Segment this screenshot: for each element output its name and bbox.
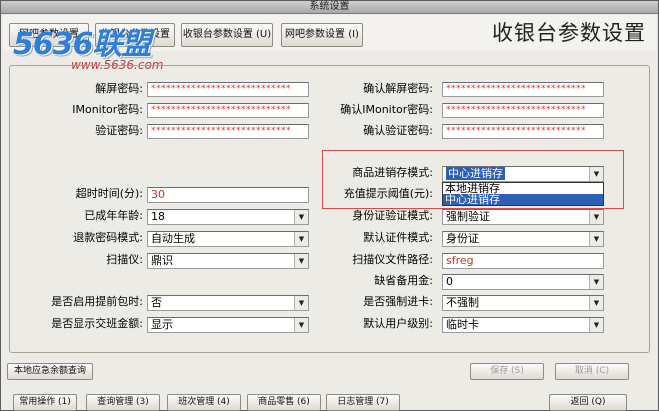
- unlock-password-field[interactable]: ****************************: [147, 82, 309, 97]
- watermark-logo: 5636联盟: [13, 27, 151, 62]
- scanner-label: 扫描仪:: [106, 253, 143, 266]
- page-title: 收银台参数设置: [492, 21, 646, 45]
- id-verify-mode-value: 强制验证: [446, 210, 490, 223]
- scanner-value: 鼎识: [151, 254, 173, 267]
- dropdown-option-center[interactable]: 中心进销存: [443, 194, 603, 205]
- chevron-down-icon[interactable]: ▼: [294, 296, 308, 310]
- early-package-select[interactable]: 否 ▼: [147, 295, 309, 311]
- id-verify-mode-label: 身份证验证模式:: [352, 209, 433, 222]
- id-verify-mode-select[interactable]: 强制验证 ▼: [442, 209, 604, 225]
- confirm-verify-password-label: 确认验证密码:: [363, 124, 433, 137]
- adult-age-value: 18: [151, 210, 165, 223]
- query-mgmt-button[interactable]: 查询管理 (3): [86, 394, 160, 411]
- reserve-fund-select[interactable]: 0 ▼: [442, 274, 604, 290]
- tab-cafe-params-i[interactable]: 网吧参数设置 (I): [281, 23, 363, 47]
- cancel-button[interactable]: 取消 (C): [555, 363, 629, 380]
- show-shift-amount-select[interactable]: 显示 ▼: [147, 317, 309, 333]
- local-balance-query-button[interactable]: 本地应急余额查询: [7, 363, 93, 380]
- reserve-fund-value: 0: [446, 275, 453, 288]
- unlock-password-label: 解屏密码:: [95, 82, 143, 95]
- scanner-path-label: 扫描仪文件路径:: [352, 253, 433, 266]
- early-package-label: 是否启用提前包时:: [51, 295, 143, 308]
- force-card-label: 是否强制进卡:: [363, 295, 433, 308]
- confirm-verify-password-field[interactable]: ****************************: [442, 124, 604, 139]
- default-id-mode-label: 默认证件模式:: [363, 231, 433, 244]
- adult-age-select[interactable]: 18 ▼: [147, 209, 309, 225]
- chevron-down-icon[interactable]: ▼: [589, 318, 603, 332]
- adult-age-label: 已成年年龄:: [84, 209, 143, 222]
- chevron-down-icon[interactable]: ▼: [589, 232, 603, 246]
- verify-password-field[interactable]: ****************************: [147, 124, 309, 139]
- common-ops-button[interactable]: 常用操作 (1): [13, 394, 77, 411]
- tab-cashier-params-u[interactable]: 收银台参数设置 (U): [181, 23, 273, 47]
- scanner-select[interactable]: 鼎识 ▼: [147, 253, 309, 269]
- save-button[interactable]: 保存 (S): [470, 363, 544, 380]
- default-id-mode-select[interactable]: 身份证 ▼: [442, 231, 604, 247]
- imonitor-password-field[interactable]: ****************************: [147, 103, 309, 118]
- refund-password-mode-select[interactable]: 自动生成 ▼: [147, 231, 309, 247]
- chevron-down-icon[interactable]: ▼: [294, 254, 308, 268]
- default-user-level-select[interactable]: 临时卡 ▼: [442, 317, 604, 333]
- show-shift-amount-value: 显示: [151, 318, 173, 331]
- back-button[interactable]: 返回 (Q): [549, 394, 627, 411]
- show-shift-amount-label: 是否显示交班金额:: [51, 317, 143, 330]
- confirm-imonitor-password-label: 确认IMonitor密码:: [340, 103, 433, 116]
- timeout-input[interactable]: 30: [147, 187, 309, 203]
- shift-mgmt-button[interactable]: 班次管理 (4): [167, 394, 241, 411]
- force-card-select[interactable]: 不强制 ▼: [442, 295, 604, 311]
- imonitor-password-label: IMonitor密码:: [72, 103, 143, 116]
- chevron-down-icon[interactable]: ▼: [589, 296, 603, 310]
- chevron-down-icon[interactable]: ▼: [294, 210, 308, 224]
- timeout-label: 超时时间(分):: [75, 187, 143, 200]
- early-package-value: 否: [151, 296, 162, 309]
- default-user-level-value: 临时卡: [446, 318, 479, 331]
- goods-sales-button[interactable]: 商品零售 (6): [247, 394, 321, 411]
- chevron-down-icon[interactable]: ▼: [294, 232, 308, 246]
- verify-password-label: 验证密码:: [95, 124, 143, 137]
- refund-password-mode-value: 自动生成: [151, 232, 195, 245]
- log-mgmt-button[interactable]: 日志管理 (7): [326, 394, 400, 411]
- chevron-down-icon[interactable]: ▼: [589, 275, 603, 289]
- scanner-path-input[interactable]: sfreg: [442, 253, 604, 269]
- settings-window: 系统设置 网吧参数设置 收银台参数设置 收银台参数设置 (U) 网吧参数设置 (…: [0, 0, 659, 411]
- refund-password-mode-label: 退款密码模式:: [73, 231, 143, 244]
- confirm-unlock-password-field[interactable]: ****************************: [442, 82, 604, 97]
- reserve-fund-label: 缺省备用金:: [374, 274, 433, 287]
- force-card-value: 不强制: [446, 296, 479, 309]
- chevron-down-icon[interactable]: ▼: [294, 318, 308, 332]
- confirm-imonitor-password-field[interactable]: ****************************: [442, 103, 604, 118]
- window-title: 系统设置: [1, 1, 658, 14]
- inventory-mode-dropdown: 本地进销存 中心进销存: [442, 182, 604, 206]
- default-user-level-label: 默认用户级别:: [363, 317, 433, 330]
- confirm-unlock-password-label: 确认解屏密码:: [363, 82, 433, 95]
- default-id-mode-value: 身份证: [446, 232, 479, 245]
- chevron-down-icon[interactable]: ▼: [589, 210, 603, 224]
